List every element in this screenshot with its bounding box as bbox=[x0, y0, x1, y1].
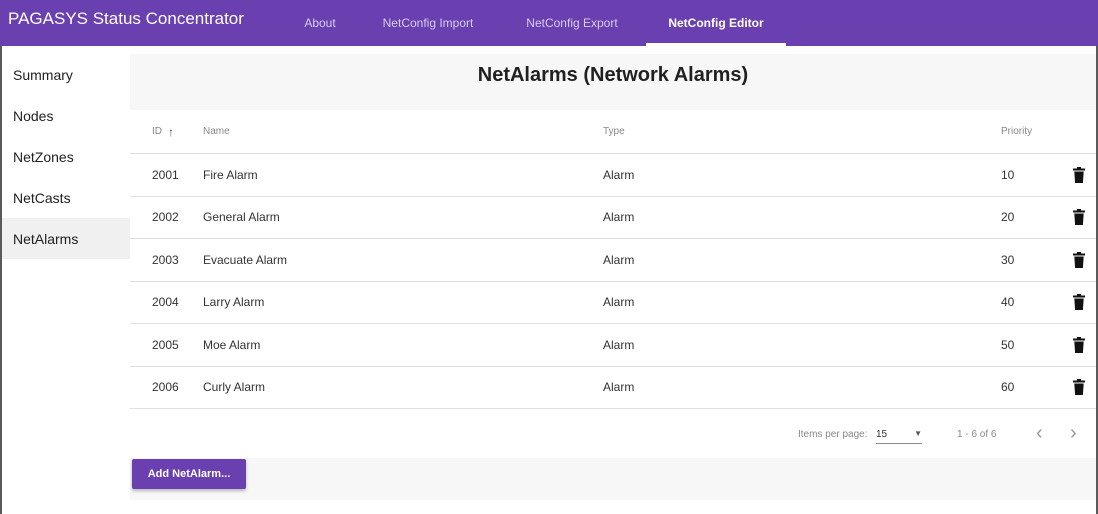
table-row[interactable]: 2004 Larry Alarm Alarm 40 bbox=[130, 282, 1096, 324]
items-per-page-label: Items per page: bbox=[798, 429, 868, 440]
delete-button[interactable] bbox=[1061, 379, 1096, 396]
cell-type: Alarm bbox=[603, 380, 635, 395]
sidebar-nav: Summary Nodes NetZones NetCasts NetAlarm… bbox=[2, 54, 130, 259]
cell-id: 2002 bbox=[152, 210, 179, 225]
top-app-bar: PAGASYS Status Concentrator About NetCon… bbox=[0, 0, 1098, 46]
cell-priority: 40 bbox=[1001, 295, 1015, 310]
cell-id: 2004 bbox=[152, 295, 179, 310]
cell-priority: 50 bbox=[1001, 337, 1015, 352]
caret-down-icon: ▼ bbox=[914, 429, 922, 438]
trash-icon bbox=[1072, 294, 1085, 311]
column-header-id[interactable]: ID ↑ bbox=[130, 125, 203, 139]
cell-type: Alarm bbox=[603, 167, 635, 182]
delete-button[interactable] bbox=[1061, 166, 1096, 183]
chevron-right-icon[interactable]: › bbox=[1070, 422, 1077, 445]
cell-name: General Alarm bbox=[203, 210, 280, 225]
cell-priority: 30 bbox=[1001, 252, 1015, 267]
cell-name: Evacuate Alarm bbox=[203, 252, 288, 267]
main-content: NetAlarms (Network Alarms) ID ↑ Name Typ… bbox=[130, 46, 1096, 514]
table-row[interactable]: 2005 Moe Alarm Alarm 50 bbox=[130, 324, 1096, 367]
sidebar-item-summary[interactable]: Summary bbox=[2, 54, 130, 95]
column-header-priority[interactable]: Priority bbox=[1001, 126, 1061, 137]
cell-name: Moe Alarm bbox=[203, 337, 261, 352]
netalarms-table: ID ↑ Name Type Priority 2001 Fire Alarm … bbox=[130, 110, 1096, 409]
trash-icon bbox=[1072, 379, 1085, 396]
column-header-id-label: ID bbox=[152, 126, 162, 137]
cell-type: Alarm bbox=[603, 337, 635, 352]
add-netalarm-button[interactable]: Add NetAlarm... bbox=[132, 459, 246, 489]
cell-name: Larry Alarm bbox=[203, 295, 265, 310]
paginator: Items per page: 15 ▼ 1 - 6 of 6 ‹ › bbox=[130, 420, 1096, 448]
page-title: NetAlarms (Network Alarms) bbox=[477, 64, 749, 86]
cell-priority: 10 bbox=[1001, 167, 1015, 182]
items-per-page-value: 15 bbox=[876, 429, 888, 440]
column-header-name[interactable]: Name bbox=[203, 126, 603, 137]
cell-type: Alarm bbox=[603, 252, 635, 267]
trash-icon bbox=[1072, 166, 1085, 183]
cell-id: 2006 bbox=[152, 380, 179, 395]
cell-id: 2005 bbox=[152, 337, 179, 352]
cell-id: 2003 bbox=[152, 252, 179, 267]
delete-button[interactable] bbox=[1061, 336, 1096, 353]
sidebar-item-netzones[interactable]: NetZones bbox=[2, 136, 130, 177]
tab-about[interactable]: About bbox=[282, 0, 358, 46]
cell-name: Curly Alarm bbox=[203, 380, 266, 395]
tab-netconfig-import[interactable]: NetConfig Import bbox=[358, 0, 498, 46]
cell-name: Fire Alarm bbox=[203, 167, 258, 182]
trash-icon bbox=[1072, 251, 1085, 268]
tab-netconfig-export[interactable]: NetConfig Export bbox=[498, 0, 646, 46]
sidebar-item-netcasts[interactable]: NetCasts bbox=[2, 177, 130, 218]
column-header-type[interactable]: Type bbox=[603, 126, 1001, 137]
page-range-label: 1 - 6 of 6 bbox=[957, 429, 997, 440]
table-header-row: ID ↑ Name Type Priority bbox=[130, 110, 1096, 154]
chevron-left-icon[interactable]: ‹ bbox=[1036, 422, 1043, 445]
app-title: PAGASYS Status Concentrator bbox=[8, 9, 244, 28]
trash-icon bbox=[1072, 336, 1085, 353]
sidebar-item-nodes[interactable]: Nodes bbox=[2, 95, 130, 136]
table-row[interactable]: 2006 Curly Alarm Alarm 60 bbox=[130, 367, 1096, 409]
table-row[interactable]: 2003 Evacuate Alarm Alarm 30 bbox=[130, 239, 1096, 282]
items-per-page-select[interactable]: 15 ▼ bbox=[876, 424, 922, 444]
cell-id: 2001 bbox=[152, 167, 179, 182]
trash-icon bbox=[1072, 209, 1085, 226]
actions-band bbox=[130, 458, 1096, 500]
tab-netconfig-editor[interactable]: NetConfig Editor bbox=[646, 0, 786, 46]
table-row[interactable]: 2002 General Alarm Alarm 20 bbox=[130, 197, 1096, 239]
cell-type: Alarm bbox=[603, 210, 635, 225]
delete-button[interactable] bbox=[1061, 251, 1096, 268]
cell-priority: 20 bbox=[1001, 210, 1015, 225]
table-row[interactable]: 2001 Fire Alarm Alarm 10 bbox=[130, 154, 1096, 197]
cell-type: Alarm bbox=[603, 295, 635, 310]
delete-button[interactable] bbox=[1061, 209, 1096, 226]
sidebar-item-netalarms[interactable]: NetAlarms bbox=[2, 218, 130, 259]
arrow-up-icon: ↑ bbox=[168, 124, 174, 139]
delete-button[interactable] bbox=[1061, 294, 1096, 311]
cell-priority: 60 bbox=[1001, 380, 1015, 395]
